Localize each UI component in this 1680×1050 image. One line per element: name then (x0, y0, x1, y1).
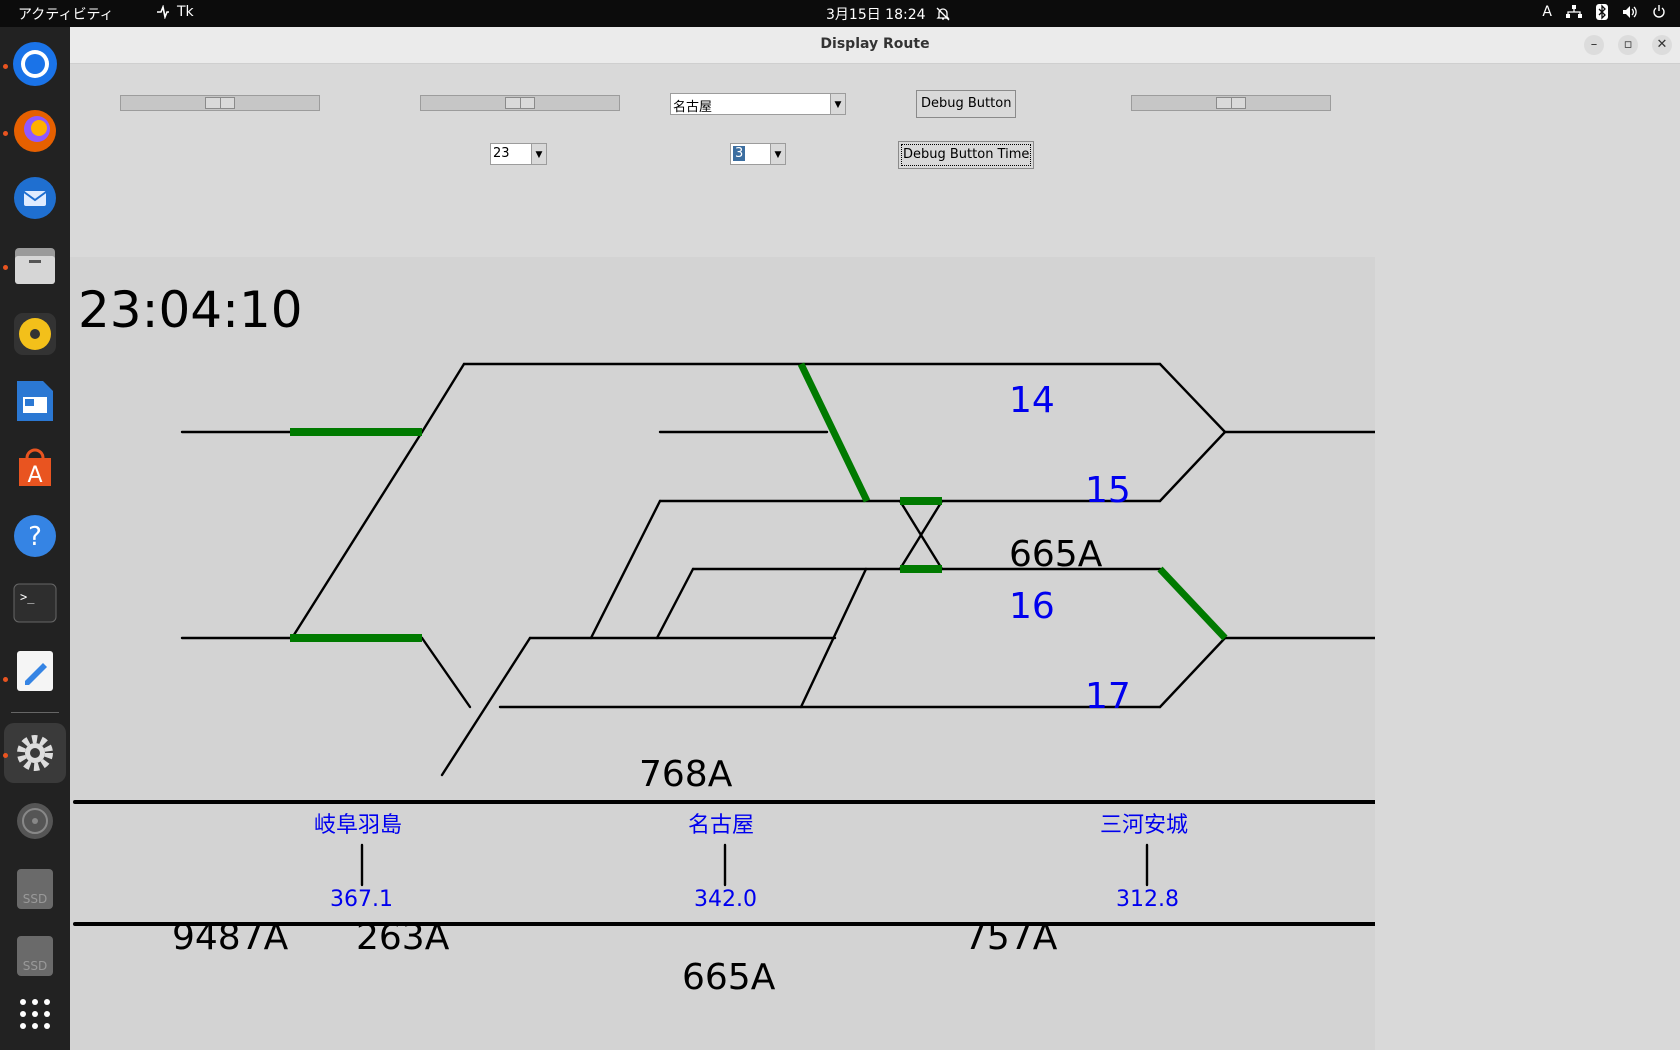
running-indicator (3, 265, 8, 270)
running-indicator (3, 64, 8, 69)
minimize-button[interactable]: – (1584, 35, 1604, 55)
tk-app-icon (155, 5, 171, 19)
text-editor-icon[interactable] (11, 647, 59, 695)
slider-2-thumb[interactable] (505, 97, 535, 109)
running-indicator (3, 677, 8, 682)
track-line (655, 567, 695, 640)
track-number-label: 17 (1085, 676, 1131, 717)
current-time: 23:04:10 (78, 281, 303, 339)
slider-3-thumb[interactable] (1216, 97, 1246, 109)
bluetooth-icon (1596, 4, 1608, 20)
chevron-down-icon[interactable]: ▼ (830, 94, 845, 114)
train-label: 263A (356, 917, 450, 958)
running-indicator (3, 131, 8, 136)
minute-select[interactable]: 3 ▼ (730, 143, 786, 165)
ssd-drive-icon[interactable]: SSD (11, 865, 59, 913)
input-method-indicator[interactable]: A (1542, 4, 1552, 20)
station-name-label: 岐阜羽島 (314, 813, 403, 838)
system-tray[interactable]: A (1542, 4, 1666, 20)
help-icon[interactable]: ? (11, 512, 59, 560)
track-number-label: 16 (1009, 586, 1055, 627)
train-label: 665A (1009, 534, 1103, 575)
volume-icon (1622, 5, 1638, 19)
top-bar: アクティビティ Tk 3月15日 18:24 A (0, 0, 1680, 27)
slider-1-thumb[interactable] (205, 97, 235, 109)
slider-2[interactable] (420, 95, 620, 111)
train-label: 757A (964, 917, 1058, 958)
app-window: Display Route – ▫ ✕ 名古屋 ▼ Debug Button 2… (70, 27, 1680, 1050)
station-name-label: 三河安城 (1100, 813, 1189, 838)
files-icon[interactable] (11, 242, 59, 290)
track-line (420, 636, 472, 709)
close-button[interactable]: ✕ (1652, 35, 1672, 55)
app-menu[interactable]: Tk (155, 4, 194, 20)
train-label: 768A (639, 754, 733, 795)
network-icon (1566, 5, 1582, 19)
window-title: Display Route (820, 36, 930, 52)
debug-button[interactable]: Debug Button (916, 90, 1017, 118)
track-number-label: 15 (1085, 470, 1131, 511)
track-line (1158, 430, 1227, 503)
terminal-icon[interactable]: >_ (11, 579, 59, 627)
clock-button[interactable]: 3月15日 18:24 (826, 4, 950, 24)
app-menu-label: Tk (177, 4, 194, 20)
title-bar[interactable]: Display Route – ▫ ✕ (70, 27, 1680, 64)
disc-icon[interactable] (11, 797, 59, 845)
running-indicator (3, 753, 8, 758)
svg-text:>_: >_ (20, 590, 35, 604)
dock: A ? >_ SSD SSD (0, 27, 70, 1050)
writer-icon[interactable] (11, 377, 59, 425)
station-km-label: 342.0 (694, 887, 757, 912)
chevron-down-icon[interactable]: ▼ (770, 144, 785, 164)
app-center-icon[interactable]: A (11, 444, 59, 492)
track-line (1158, 636, 1227, 709)
hour-select-value: 23 (493, 146, 510, 161)
route-segment (1157, 566, 1228, 641)
settings-gear-icon[interactable] (11, 729, 59, 777)
svg-text:SSD: SSD (23, 959, 47, 973)
activities-button[interactable]: アクティビティ (18, 4, 114, 24)
track-line (290, 430, 424, 640)
datetime-label: 3月15日 18:24 (826, 7, 926, 23)
slider-1[interactable] (120, 95, 320, 111)
ssd-drive-icon[interactable]: SSD (11, 932, 59, 980)
svg-text:SSD: SSD (23, 892, 47, 906)
hour-select[interactable]: 23 ▼ (490, 143, 547, 165)
train-label: 665A (682, 957, 776, 998)
maximize-button[interactable]: ▫ (1618, 35, 1638, 55)
notifications-muted-icon (935, 7, 950, 21)
slider-3[interactable] (1131, 95, 1331, 111)
minute-select-value: 3 (733, 146, 746, 161)
rhythmbox-icon[interactable] (11, 310, 59, 358)
chrome-icon[interactable] (11, 40, 59, 88)
thunderbird-icon[interactable] (11, 174, 59, 222)
station-select[interactable]: 名古屋 ▼ (670, 93, 846, 115)
chevron-down-icon[interactable]: ▼ (531, 144, 546, 164)
route-canvas: 23:04:10 14 15 16 17 665A 768A 岐阜羽島 名古屋 … (70, 257, 1375, 1050)
svg-text:A: A (27, 463, 42, 488)
track-line (1158, 362, 1227, 434)
track-number-label: 14 (1009, 380, 1055, 421)
station-km-label: 367.1 (330, 887, 393, 912)
track-line (589, 499, 662, 640)
station-select-value: 名古屋 (673, 100, 713, 115)
dock-separator (11, 712, 59, 713)
station-km-label: 312.8 (1116, 887, 1179, 912)
show-apps-grid-icon[interactable] (11, 990, 59, 1038)
station-name-label: 名古屋 (688, 813, 755, 838)
firefox-icon[interactable] (11, 107, 59, 155)
track-line (420, 362, 466, 434)
svg-text:?: ? (28, 522, 42, 552)
train-label: 9487A (172, 917, 289, 958)
power-icon (1652, 5, 1666, 19)
debug-time-button[interactable]: Debug Button Time (898, 141, 1035, 169)
